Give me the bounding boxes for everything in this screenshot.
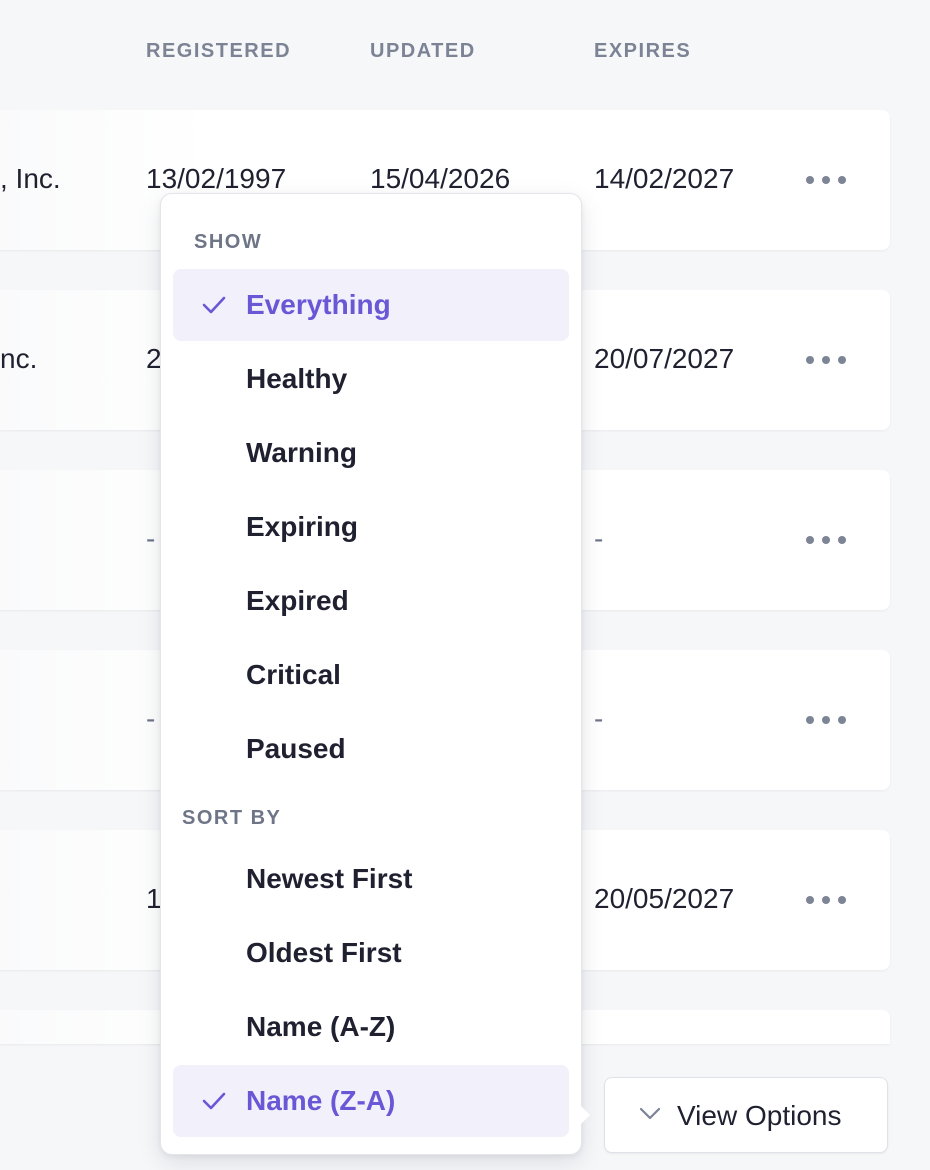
more-horizontal-icon[interactable]: [806, 528, 846, 552]
menu-item-expired[interactable]: Expired: [173, 565, 569, 637]
menu-item-label: Name (Z-A): [246, 1085, 396, 1116]
menu-item-name-z-a[interactable]: Name (Z-A): [173, 1065, 569, 1137]
menu-item-warning[interactable]: Warning: [173, 417, 569, 489]
more-horizontal-icon[interactable]: [806, 168, 846, 192]
row-expires: 20/07/2027: [594, 343, 735, 374]
menu-item-label: Expired: [246, 585, 349, 616]
menu-item-label: Critical: [246, 659, 341, 690]
more-horizontal-icon[interactable]: [806, 888, 846, 912]
menu-item-label: Oldest First: [246, 937, 402, 968]
row-expires: 20/05/2027: [594, 883, 735, 914]
menu-item-newest-first[interactable]: Newest First: [173, 843, 569, 915]
row-expires: 14/02/2027: [594, 163, 735, 194]
menu-item-label: Everything: [246, 289, 391, 320]
view-options-label: View Options: [677, 1100, 842, 1131]
row-expires: -: [594, 523, 604, 554]
more-horizontal-icon[interactable]: [806, 348, 846, 372]
row-name: , Inc.: [0, 163, 61, 194]
row-registered: 13/02/1997: [146, 163, 287, 194]
menu-item-paused[interactable]: Paused: [173, 713, 569, 785]
show-section-label: SHOW: [194, 231, 263, 253]
menu-pointer: [580, 1105, 590, 1125]
menu-item-critical[interactable]: Critical: [173, 639, 569, 711]
menu-item-label: Healthy: [246, 363, 348, 394]
row-registered: -: [146, 523, 156, 554]
menu-item-label: Paused: [246, 733, 346, 764]
check-icon: [202, 296, 226, 314]
menu-item-label: Name (A-Z): [246, 1011, 396, 1042]
column-header-updated: UPDATED: [370, 40, 476, 62]
menu-item-label: Expiring: [246, 511, 359, 542]
menu-item-oldest-first[interactable]: Oldest First: [173, 917, 569, 989]
more-horizontal-icon[interactable]: [806, 708, 846, 732]
column-header-expires: EXPIRES: [594, 40, 692, 62]
menu-item-label: Newest First: [246, 863, 413, 894]
menu-item-healthy[interactable]: Healthy: [173, 343, 569, 415]
menu-item-everything[interactable]: Everything: [173, 269, 569, 341]
menu-item-expiring[interactable]: Expiring: [173, 491, 569, 563]
menu-item-name-a-z[interactable]: Name (A-Z): [173, 991, 569, 1063]
chevron-down-icon: [639, 1107, 661, 1120]
sort-section-label: SORT BY: [182, 807, 282, 829]
check-icon: [202, 1092, 226, 1110]
menu-item-label: Warning: [246, 437, 357, 468]
column-header-registered: REGISTERED: [146, 40, 292, 62]
row-updated: 15/04/2026: [370, 163, 511, 194]
view-options-button[interactable]: View Options: [604, 1077, 888, 1153]
row-registered: -: [146, 703, 156, 734]
view-options-menu: SHOW Everything Healthy Warning Expiring…: [160, 193, 582, 1155]
row-expires: -: [594, 703, 604, 734]
row-name: nc.: [0, 343, 38, 374]
